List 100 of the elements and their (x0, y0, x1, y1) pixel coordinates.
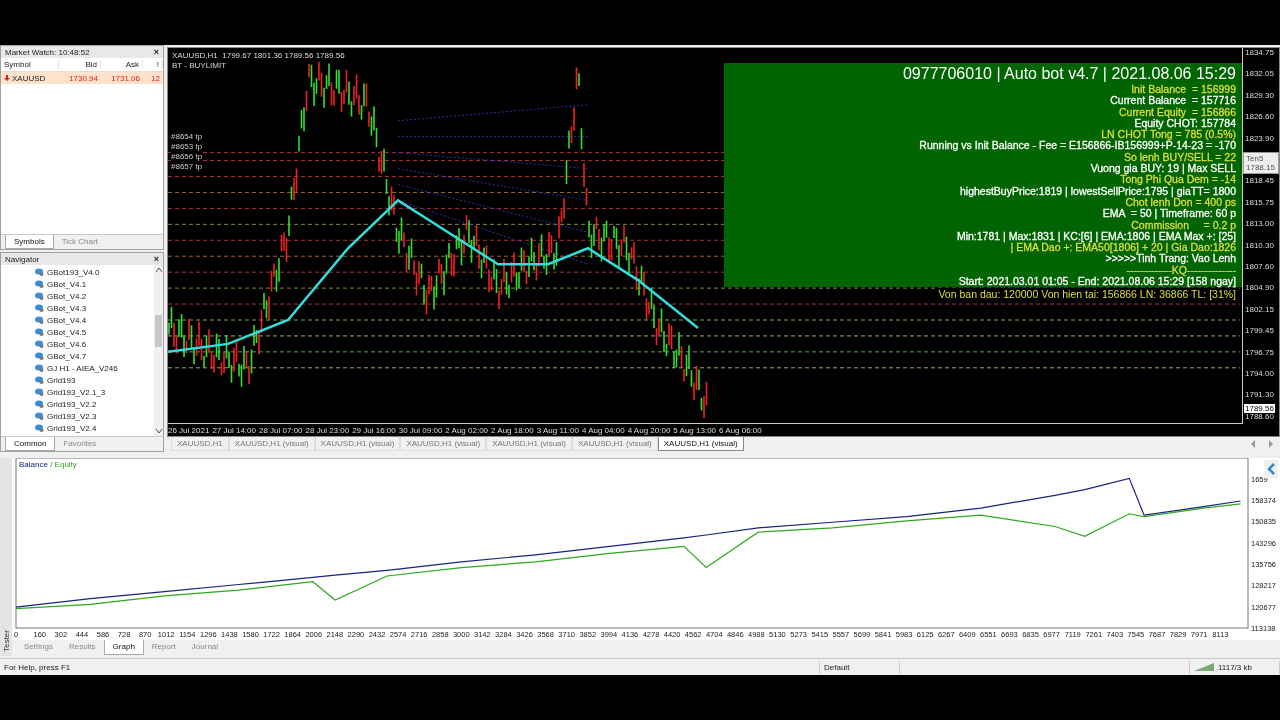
profile-text: Default (820, 660, 900, 674)
price-label: 1807.60 (1245, 262, 1274, 271)
column-header[interactable]: Ask (101, 60, 143, 69)
price-label: 1832.05 (1245, 69, 1274, 79)
order-label: #8656 tp (171, 152, 203, 162)
tree-item[interactable]: GBot_V4.5 (35, 326, 154, 338)
order-label: #8654 tp (171, 132, 203, 142)
chart-tab[interactable]: XAUUSD,H1 (visual) (486, 437, 572, 451)
expert-icon (35, 352, 44, 360)
tree-item[interactable]: GBot_V4.2 (35, 290, 154, 302)
time-label: 2 Aug 18:00 (491, 425, 534, 435)
info-line: EMA = 50 | Timeframe: 60 p (1102, 208, 1236, 220)
price-label: 1826.60 (1245, 112, 1274, 122)
panel-title: Market Watch: 10:48:52 (5, 47, 90, 57)
tree-item[interactable]: GBot_V4.4 (35, 314, 154, 326)
price-label: 1804.90 (1245, 283, 1274, 293)
expert-icon (35, 316, 44, 324)
column-header[interactable]: Bid (59, 60, 101, 69)
signal-icon (1194, 663, 1214, 671)
chart-legend: Balance / Equity (19, 460, 77, 469)
expert-icon (35, 424, 44, 432)
close-button[interactable]: × (153, 47, 159, 57)
info-line: Min:1781 | Max:1831 | KC:[6] | EMA:1806 | EMA Max +: [25] (956, 230, 1236, 243)
info-line: Tong Phi Qua Dem = -14 (1120, 174, 1236, 186)
scrollbar[interactable] (154, 265, 163, 436)
tree-item[interactable]: GBot_V4.3 (35, 302, 154, 314)
panel-tab[interactable]: Common (5, 437, 56, 451)
expert-icon (35, 340, 44, 348)
time-label: 4 Aug 20:00 (627, 425, 671, 435)
price-label: 1799.45 (1245, 326, 1274, 336)
expert-icon (35, 412, 44, 420)
info-line: Equity CHOT: 157784 (1134, 117, 1236, 130)
tree-item[interactable]: GBot_V4.1 (35, 278, 154, 290)
info-line: Current Equity = 156866 (1118, 106, 1236, 118)
expert-icon (35, 304, 44, 312)
tree-item[interactable]: Grid193 (35, 374, 154, 386)
ask-cell-text: 1731.06 (110, 73, 141, 83)
tooltip-text: Ten5 (1246, 154, 1265, 163)
chart-tab[interactable]: XAUUSD,H1 (visual) (657, 437, 744, 451)
panel-title: Navigator (5, 254, 40, 264)
info-line: highestBuyPrice:1819 | lowestSellPrice:1795 | giaTT= 1800 (960, 185, 1236, 197)
expert-icon (35, 364, 44, 372)
time-label: 28 Jul 23:00 (305, 425, 350, 435)
info-line: Running vs Init Balance - Fee = E156866-IB156999+P-14-23 = -170 (919, 140, 1236, 152)
chart-tab[interactable]: XAUUSD,H1 (visual) (228, 437, 315, 451)
tree-item[interactable]: GJ H1 - AIEA_V246 (35, 362, 154, 374)
chart-tab[interactable]: XAUUSD,H1 (171, 437, 229, 451)
tree-item[interactable]: GBot_V4.6 (35, 338, 154, 350)
expert-icon (35, 280, 44, 288)
close-button[interactable]: × (153, 254, 159, 264)
chart-tab[interactable]: XAUUSD,H1 (visual) (400, 437, 487, 451)
price-label: 1794.00 (1245, 369, 1274, 378)
tester-tab[interactable]: Graph (103, 640, 144, 655)
scroll-right-icon[interactable] (1268, 440, 1274, 448)
spread-cell-text: 12 (150, 73, 161, 83)
tree-item[interactable]: GBot193_V4.0 (35, 266, 154, 278)
chart-tab[interactable]: XAUUSD,H1 (visual) (314, 437, 401, 451)
price-label: 1818.45 (1245, 176, 1274, 186)
info-line: So lenh BUY/SELL = 22 (1124, 151, 1236, 164)
info-line: Start: 2021.03.01 01:05 - End: 2021.08.06 15:29 [158 ngay] (958, 276, 1236, 288)
tooltip-text: 1788.15 (1246, 163, 1276, 172)
info-line: Chot lenh Don = 400 ps (1125, 196, 1236, 209)
scroll-up-icon[interactable] (155, 268, 162, 272)
panel-tab[interactable]: Symbols (5, 235, 54, 249)
column-header[interactable]: Symbol (1, 60, 59, 69)
time-label: 2 Aug 02:00 (445, 425, 489, 435)
price-label: 1788.60 (1245, 411, 1274, 421)
chart-subheader: BT - BUYLIMIT (172, 61, 228, 70)
tree-item[interactable]: Grid193_V2.2 (35, 398, 154, 410)
symbol-text: XAUUSD (12, 73, 46, 83)
chart-tab[interactable]: XAUUSD,H1 (visual) (572, 437, 658, 451)
time-label: 30 Jul 09:00 (398, 425, 443, 435)
collapse-button[interactable] (1264, 460, 1278, 478)
chart-header: XAUUSD,H1 1799.67 1801.36 1789.56 1789.56 (172, 51, 345, 60)
time-label: 29 Jul 16:00 (352, 425, 396, 435)
price-label: 1834.75 (1245, 48, 1274, 57)
time-label: 28 Jul 07:00 (258, 425, 303, 435)
tree-item[interactable]: GBot_V4.7 (35, 350, 154, 362)
column-header[interactable]: ! (143, 60, 163, 69)
time-label: 26 Jul 2021 (168, 425, 210, 435)
tree-item[interactable]: Grid193_V2.4 (35, 422, 154, 434)
price-label: 1810.30 (1245, 240, 1274, 250)
price-label: 1829.30 (1245, 90, 1274, 100)
quote-row[interactable]: XAUUSD 1730.94 1731.06 12 (1, 72, 163, 84)
scrollbar-thumb[interactable] (155, 315, 162, 347)
price-label: 1791.30 (1245, 390, 1274, 400)
scroll-left-icon[interactable] (1250, 440, 1256, 448)
time-label: 6 Aug 06:00 (719, 425, 762, 435)
tree-item[interactable]: Grid193_V2.3 (35, 410, 154, 422)
info-line: Vuong gia BUY: 19 | Max SELL (1090, 163, 1236, 175)
time-label: 5 Aug 13:00 (673, 425, 717, 435)
info-line: -------------KQ-------------- (1126, 264, 1236, 277)
help-text: For Help, press F1 (0, 660, 820, 674)
time-label: 4 Aug 04:00 (581, 425, 625, 435)
tree-item[interactable]: Grid193_V2.1_3 (35, 386, 154, 398)
current-price-label: 1789.56 (1244, 404, 1275, 413)
expert-icon (35, 268, 44, 276)
price-label: 1823.90 (1245, 133, 1274, 143)
info-line: Init Balance = 156999 (1131, 84, 1236, 96)
scroll-down-icon[interactable] (155, 429, 162, 433)
